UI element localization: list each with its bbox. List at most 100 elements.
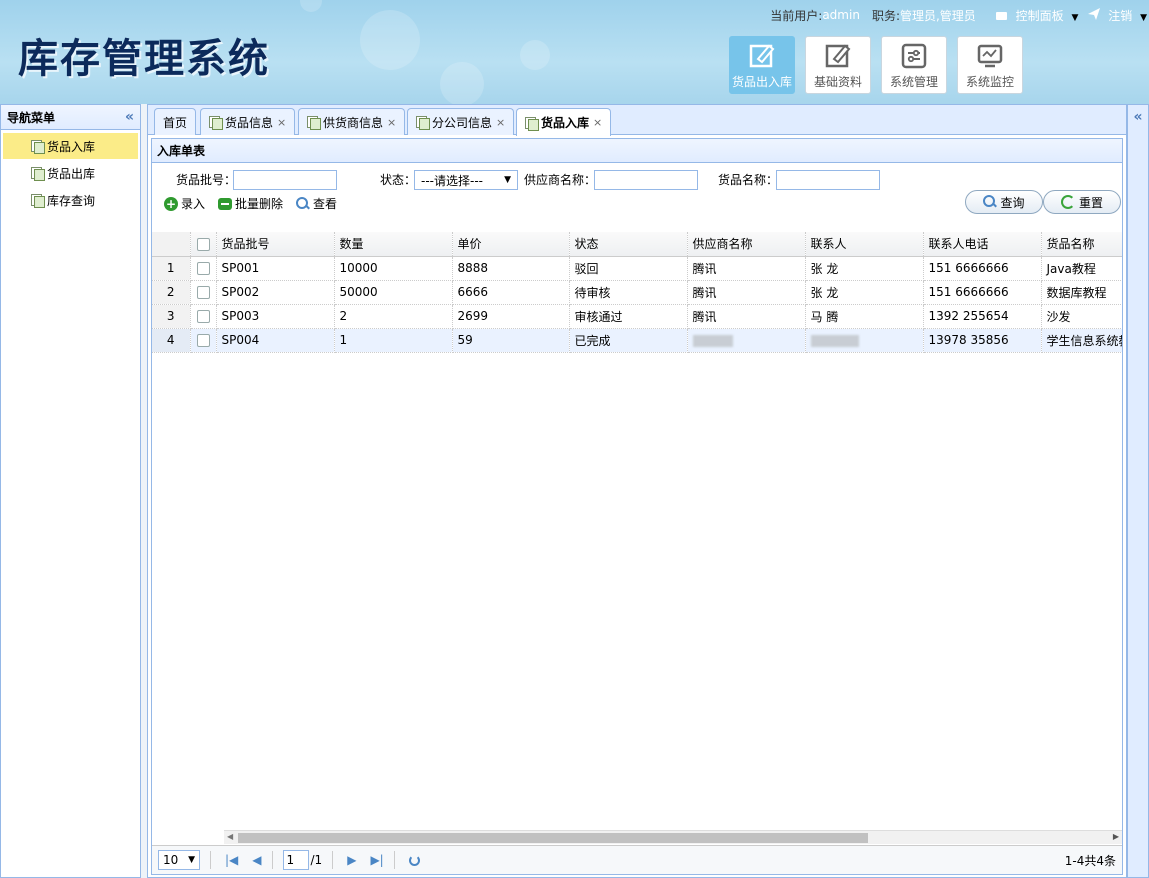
row-checkbox[interactable]: [190, 328, 217, 353]
cell-phone: 1392 255654: [923, 304, 1042, 329]
scroll-thumb[interactable]: [238, 833, 868, 843]
batch-label: 货品批号：: [176, 173, 237, 187]
cell-batch: SP001: [216, 256, 335, 281]
cell-phone: 13978 35856: [923, 328, 1042, 353]
tab-label: 货品入库: [541, 116, 590, 130]
batch-delete-button[interactable]: 批量删除: [218, 195, 283, 212]
control-panel-label: 控制面板: [1015, 8, 1064, 23]
row-checkbox[interactable]: [190, 280, 217, 305]
table-row[interactable]: 4 SP004 1 59 已完成 13978 35856 学生信息系统教: [152, 328, 1122, 353]
column-header[interactable]: 状态: [569, 232, 688, 257]
close-icon[interactable]: ×: [277, 116, 286, 129]
column-header[interactable]: 联系人: [805, 232, 924, 257]
view-button[interactable]: 查看: [296, 195, 337, 212]
cell-price: 2699: [452, 304, 570, 329]
app-title: 库存管理系统: [18, 36, 270, 82]
batch-input[interactable]: [233, 170, 337, 190]
logout-label: 注销: [1108, 8, 1133, 23]
tab-label: 分公司信息: [432, 115, 493, 130]
reset-button[interactable]: 重置: [1043, 190, 1121, 214]
column-header[interactable]: 供应商名称: [687, 232, 806, 257]
close-icon[interactable]: ×: [387, 116, 396, 129]
redacted-blur: [692, 334, 733, 347]
caret-down-icon: ▼: [504, 175, 511, 185]
table-row[interactable]: 2 SP002 50000 6666 待审核 腾讯 张 龙 151 666666…: [152, 280, 1122, 305]
reload-icon[interactable]: [408, 854, 420, 866]
tab-goods-info[interactable]: 货品信息 ×: [200, 108, 296, 135]
horizontal-scrollbar[interactable]: ◀ ▶: [224, 830, 1122, 844]
goods-label: 货品名称：: [718, 173, 779, 187]
sidebar-item-label: 库存查询: [47, 193, 96, 208]
row-checkbox[interactable]: [190, 256, 217, 281]
control-panel-link[interactable]: 控制面板 ▼: [995, 7, 1079, 24]
user-label: 当前用户:: [770, 8, 823, 23]
reset-button-label: 重置: [1078, 195, 1103, 210]
goods-input[interactable]: [776, 170, 880, 190]
minus-icon: [218, 197, 232, 210]
tab-home[interactable]: 首页: [154, 108, 197, 135]
cell-supplier: [687, 328, 806, 353]
row-checkbox[interactable]: [190, 304, 217, 329]
cell-status: 待审核: [569, 280, 688, 305]
role-value: 管理员,管理员: [899, 8, 976, 23]
search-button[interactable]: 查询: [965, 190, 1043, 214]
next-page-icon[interactable]: ▶: [347, 853, 356, 867]
send-icon: [1088, 7, 1101, 20]
close-icon[interactable]: ×: [496, 116, 505, 129]
scroll-right-icon[interactable]: ▶: [1113, 832, 1119, 841]
nav-goods-inout[interactable]: 货品出入库: [729, 36, 795, 94]
supplier-input[interactable]: [594, 170, 698, 190]
tab-supplier-info[interactable]: 供货商信息 ×: [298, 108, 406, 135]
row-number: 1: [152, 256, 191, 281]
expand-right-icon[interactable]: «: [1128, 109, 1148, 125]
page-number-input[interactable]: 1: [282, 850, 309, 870]
column-header[interactable]: 联系人电话: [923, 232, 1042, 257]
row-number: 4: [152, 328, 191, 353]
nav-system-admin[interactable]: 系统管理: [881, 36, 947, 94]
column-header[interactable]: 单价: [452, 232, 570, 257]
nav-system-monitor[interactable]: 系统监控: [957, 36, 1023, 94]
last-page-icon[interactable]: ▶|: [370, 853, 383, 867]
collapse-left-icon[interactable]: «: [125, 109, 134, 125]
status-select[interactable]: ---请选择--- ▼: [414, 170, 518, 190]
divider: [210, 851, 211, 869]
tab-bar: 首页 货品信息 × 供货商信息 × 分公司信息 × 货品入库 ×: [148, 105, 1126, 136]
divider: [332, 851, 334, 869]
cell-status: 审核通过: [569, 304, 688, 329]
user-value: admin: [822, 8, 860, 22]
tab-goods-in[interactable]: 货品入库 ×: [516, 108, 612, 136]
prev-page-icon[interactable]: ◀: [252, 853, 261, 867]
logout-link[interactable]: 注销 ▼: [1088, 7, 1147, 24]
nav-basic-data[interactable]: 基础资料: [805, 36, 871, 94]
add-button[interactable]: + 录入: [164, 195, 205, 212]
cell-phone: 151 6666666: [923, 256, 1042, 281]
page-size-select[interactable]: 10 ▼: [158, 850, 200, 870]
scroll-left-icon[interactable]: ◀: [227, 832, 233, 841]
cell-qty: 10000: [334, 256, 453, 281]
caret-down-icon: ▼: [1071, 12, 1079, 23]
column-header[interactable]: 数量: [334, 232, 453, 257]
role-label: 职务:: [871, 8, 900, 23]
sidebar-item-stock-query[interactable]: 库存查询: [3, 187, 138, 213]
cell-qty: 50000: [334, 280, 453, 305]
column-header[interactable]: 货品名称: [1041, 232, 1122, 257]
select-all-checkbox[interactable]: [190, 232, 217, 257]
tab-label: 供货商信息: [323, 115, 384, 130]
sidebar-title: 导航菜单: [7, 110, 56, 125]
sidebar-item-goods-in[interactable]: 货品入库: [3, 133, 138, 159]
tab-branch-info[interactable]: 分公司信息 ×: [407, 108, 515, 135]
column-header[interactable]: 货品批号: [216, 232, 335, 257]
cell-price: 6666: [452, 280, 570, 305]
cell-qty: 2: [334, 304, 453, 329]
cell-goods: 沙发: [1041, 304, 1122, 329]
nav-label: 系统监控: [965, 75, 1014, 89]
close-icon[interactable]: ×: [593, 116, 602, 129]
tab-label: 首页: [163, 115, 188, 130]
right-collapsed-panel: «: [1127, 104, 1149, 878]
header: 库存管理系统 当前用户: admin 职务: 管理员,管理员 控制面板 ▼ 注销…: [0, 0, 1149, 104]
table-row[interactable]: 1 SP001 10000 8888 驳回 腾讯 张 龙 151 6666666…: [152, 256, 1122, 281]
table-row[interactable]: 3 SP003 2 2699 审核通过 腾讯 马 腾 1392 255654 沙…: [152, 304, 1122, 329]
sidebar-item-goods-out[interactable]: 货品出库: [3, 160, 138, 186]
nav-label: 货品出入库: [731, 75, 792, 89]
first-page-icon[interactable]: |◀: [225, 853, 238, 867]
